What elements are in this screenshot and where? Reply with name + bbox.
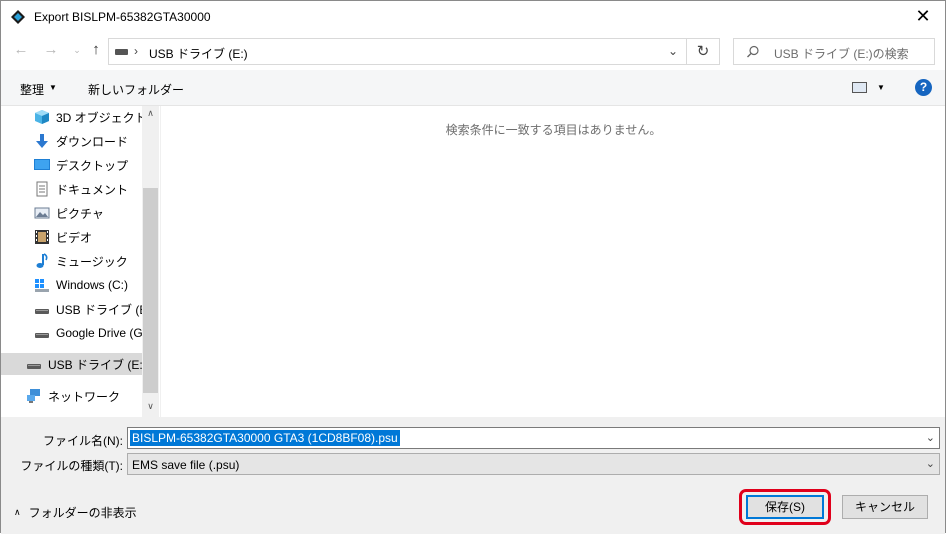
chevron-down-icon[interactable]: ⌄ — [926, 431, 935, 444]
sidebar-item-label: ダウンロード — [56, 134, 129, 149]
up-button[interactable]: ↑ — [88, 42, 104, 58]
empty-results-message: 検索条件に一致する項目はありません。 — [445, 123, 662, 137]
sidebar-item-label: デスクトップ — [56, 158, 129, 173]
organize-button[interactable]: 整理 — [20, 81, 44, 98]
breadcrumb[interactable]: USB ドライブ (E:) — [149, 45, 248, 62]
hide-folders-toggle[interactable]: ∧ フォルダーの非表示 — [14, 504, 137, 521]
sidebar-item-label: USB ドライブ (E:) — [56, 302, 155, 317]
picture-icon — [34, 207, 50, 219]
save-button[interactable]: 保存(S) — [746, 495, 824, 519]
sidebar-item-pictures[interactable]: ピクチャ — [34, 202, 104, 224]
title-bar: Export BISLPM-65382GTA30000 ✕ — [1, 1, 945, 32]
music-note-icon — [36, 253, 48, 268]
cancel-button[interactable]: キャンセル — [842, 495, 928, 519]
sidebar-item-documents[interactable]: ドキュメント — [34, 178, 128, 200]
sidebar-item-google-drive[interactable]: Google Drive (G: — [34, 322, 146, 344]
address-bar[interactable]: › USB ドライブ (E:) ⌄ — [108, 38, 687, 65]
sidebar-item-3d-objects[interactable]: 3D オブジェクト — [34, 106, 147, 128]
forward-button[interactable]: → — [43, 42, 59, 58]
scrollbar-thumb[interactable] — [143, 188, 158, 393]
window-title: Export BISLPM-65382GTA30000 — [34, 10, 211, 24]
chevron-up-icon: ∧ — [14, 507, 21, 517]
app-icon — [11, 10, 25, 24]
sidebar-item-label: ビデオ — [56, 230, 93, 245]
drive-icon — [35, 333, 49, 338]
filetype-label: ファイルの種類(T): — [20, 459, 123, 473]
sidebar-item-usb-e[interactable]: USB ドライブ (E:) — [34, 298, 155, 320]
navigation-pane: 3D オブジェクト ダウンロード デスクトップ ドキュメント ピクチャ ビデオ … — [1, 106, 159, 417]
save-options-panel: ファイル名(N): BISLPM-65382GTA30000 GTA3 (1CD… — [1, 417, 945, 534]
filename-value[interactable]: BISLPM-65382GTA30000 GTA3 (1CD8BF08).psu — [130, 430, 400, 446]
search-placeholder: USB ドライブ (E:)の検索 — [774, 47, 909, 61]
filename-input[interactable]: BISLPM-65382GTA30000 GTA3 (1CD8BF08).psu… — [127, 427, 940, 449]
sidebar-item-label: Windows (C:) — [56, 278, 129, 292]
sidebar-item-label: ドキュメント — [56, 182, 129, 197]
refresh-button[interactable]: ↻ — [687, 38, 720, 65]
file-list-area[interactable]: 検索条件に一致する項目はありません。 — [160, 106, 945, 417]
filetype-select[interactable]: EMS save file (.psu) ⌄ — [127, 453, 940, 475]
sidebar-item-label: ミュージック — [56, 254, 128, 269]
sidebar-item-label: ピクチャ — [56, 206, 104, 221]
sidebar-item-label: Google Drive (G: — [56, 326, 147, 340]
chevron-down-icon[interactable]: ⌄ — [926, 457, 935, 470]
sidebar-item-windows-c[interactable]: Windows (C:) — [34, 274, 128, 296]
new-folder-button[interactable]: 新しいフォルダー — [88, 81, 184, 98]
sidebar-item-usb-e-root[interactable]: USB ドライブ (E:) — [1, 353, 147, 375]
sidebar-item-label: 3D オブジェクト — [56, 110, 147, 125]
windows-drive-icon — [35, 279, 49, 292]
filetype-value: EMS save file (.psu) — [132, 458, 240, 472]
search-input[interactable]: USB ドライブ (E:)の検索 — [733, 38, 935, 65]
view-options-icon[interactable] — [852, 82, 867, 93]
usb-drive-icon — [27, 364, 41, 369]
sidebar-item-downloads[interactable]: ダウンロード — [34, 130, 128, 152]
document-icon — [36, 181, 48, 197]
filename-label: ファイル名(N): — [43, 434, 123, 448]
chevron-down-icon[interactable]: ⌄ — [668, 44, 678, 58]
chevron-down-icon[interactable]: ▼ — [877, 83, 885, 92]
close-button[interactable]: ✕ — [901, 1, 945, 32]
scroll-up-icon[interactable]: ∧ — [142, 108, 159, 122]
address-row: ← → ⌄ ↑ › USB ドライブ (E:) ⌄ ↻ USB ドライブ (E:… — [1, 32, 945, 70]
usb-drive-icon — [115, 49, 128, 55]
recent-locations-button[interactable]: ⌄ — [69, 42, 85, 58]
sidebar-scrollbar[interactable]: ∧ ∨ — [142, 106, 159, 417]
video-icon — [35, 230, 49, 244]
desktop-icon — [34, 159, 50, 170]
sidebar-item-videos[interactable]: ビデオ — [34, 226, 92, 248]
sidebar-item-label: USB ドライブ (E:) — [48, 357, 147, 372]
hide-folders-label: フォルダーの非表示 — [28, 506, 137, 520]
back-button[interactable]: ← — [13, 42, 29, 58]
search-icon — [747, 45, 759, 58]
cube-icon — [35, 110, 49, 124]
sidebar-item-label: ネットワーク — [48, 389, 121, 404]
scroll-down-icon[interactable]: ∨ — [142, 401, 159, 415]
refresh-icon: ↻ — [696, 43, 710, 60]
help-button[interactable]: ? — [915, 79, 932, 96]
export-dialog: Export BISLPM-65382GTA30000 ✕ ← → ⌄ ↑ › … — [0, 0, 946, 534]
usb-drive-icon — [35, 309, 49, 314]
sidebar-item-network[interactable]: ネットワーク — [26, 385, 120, 407]
chevron-down-icon[interactable]: ▼ — [49, 83, 57, 92]
sidebar-item-music[interactable]: ミュージック — [34, 250, 128, 272]
command-toolbar: 整理 ▼ 新しいフォルダー ▼ ? — [1, 70, 945, 106]
close-icon: ✕ — [915, 6, 931, 26]
network-icon — [27, 389, 40, 403]
sidebar-item-desktop[interactable]: デスクトップ — [34, 154, 128, 176]
chevron-right-icon: › — [134, 44, 138, 58]
download-arrow-icon — [36, 134, 48, 148]
